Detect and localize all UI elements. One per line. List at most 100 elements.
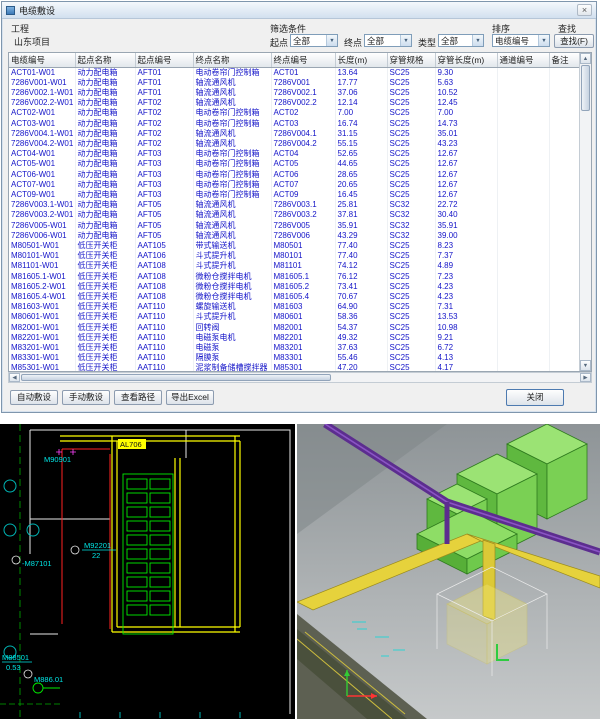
table-row[interactable]: M85301-W01低压开关柜AAT110泥浆制备储槽搅拌器M8530147.2… (9, 363, 580, 372)
cad-3d-view[interactable] (297, 424, 600, 719)
start-select[interactable]: 全部 ▼ (290, 34, 338, 47)
sort-select[interactable]: 电缆编号 ▼ (492, 34, 550, 47)
export-excel-button[interactable]: 导出Excel (166, 390, 214, 405)
table-row[interactable]: ACT01-W01动力配电箱AFT01电动卷帘门控制箱ACT0113.64SC2… (9, 67, 580, 78)
cell: AFT05 (135, 210, 193, 220)
cell: SC25 (387, 180, 435, 190)
table-row[interactable]: 7286V004.2-W01动力配电箱AFT02轴流通风机7286V004.25… (9, 139, 580, 149)
column-header-4[interactable]: 终点编号 (271, 53, 335, 67)
column-header-5[interactable]: 长度(m) (335, 53, 387, 67)
cell: 30.40 (435, 210, 497, 220)
cell (549, 149, 580, 159)
table-row[interactable]: M83301-W01低压开关柜AAT110隔膜泵M8330155.46SC254… (9, 353, 580, 363)
type-select[interactable]: 全部 ▼ (438, 34, 484, 47)
cell: ACT05-W01 (9, 159, 75, 169)
table-row[interactable]: M81603-W01低压开关柜AAT110螺旋输送机M8160364.90SC2… (9, 302, 580, 312)
auto-lay-button[interactable]: 自动敷设 (10, 390, 58, 405)
table-row[interactable]: ACT04-W01动力配电箱AFT03电动卷帘门控制箱ACT0452.65SC2… (9, 149, 580, 159)
cell: 带式输送机 (193, 241, 271, 251)
table-row[interactable]: M80601-W01低压开关柜AAT110斗式提升机M8060158.36SC2… (9, 312, 580, 322)
column-header-1[interactable]: 起点名称 (75, 53, 135, 67)
table-row[interactable]: 7286V004.1-W01动力配电箱AFT02轴流通风机7286V004.13… (9, 129, 580, 139)
table-row[interactable]: 7286V002.2-W01动力配电箱AFT02轴流通风机7286V002.21… (9, 98, 580, 108)
table-row[interactable]: M81605.2-W01低压开关柜AAT108微粉仓搅拌电机M81605.273… (9, 282, 580, 292)
cell: AAT110 (135, 312, 193, 322)
close-icon[interactable]: × (577, 4, 592, 16)
table-row[interactable]: M81605.1-W01低压开关柜AAT108微粉仓搅拌电机M81605.176… (9, 272, 580, 282)
table-row[interactable]: 7286V003.2-W01动力配电箱AFT05轴流通风机7286V003.23… (9, 210, 580, 220)
cell: AFT05 (135, 221, 193, 231)
table-row[interactable]: M82001-W01低压开关柜AAT110回转阀M8200154.37SC251… (9, 323, 580, 333)
table-row[interactable]: 7286V003.1-W01动力配电箱AFT05轴流通风机7286V003.12… (9, 200, 580, 210)
table-row[interactable]: 7286V006-W01动力配电箱AFT05轴流通风机7286V00643.29… (9, 231, 580, 241)
table-row[interactable]: M80101-W01低压开关柜AAT106斗式提升机M8010177.40SC2… (9, 251, 580, 261)
cell (549, 282, 580, 292)
chevron-down-icon[interactable]: ▼ (400, 35, 411, 46)
cell: 7286V003.2-W01 (9, 210, 75, 220)
scroll-up-icon[interactable]: ▲ (580, 53, 591, 64)
close-button[interactable]: 关闭 (506, 389, 564, 406)
table-row[interactable]: 7286V002.1-W01动力配电箱AFT01轴流通风机7286V002.13… (9, 88, 580, 98)
manual-lay-button[interactable]: 手动敷设 (62, 390, 110, 405)
table-row[interactable]: ACT05-W01动力配电箱AFT03电动卷帘门控制箱ACT0544.65SC2… (9, 159, 580, 169)
cell: 回转阀 (193, 323, 271, 333)
chevron-down-icon[interactable]: ▼ (326, 35, 337, 46)
table-row[interactable]: ACT07-W01动力配电箱AFT03电动卷帘门控制箱ACT0720.65SC2… (9, 180, 580, 190)
horizontal-scroll-thumb[interactable] (21, 374, 331, 381)
vertical-scroll-thumb[interactable] (581, 65, 590, 111)
chevron-down-icon[interactable]: ▼ (538, 35, 549, 46)
cell: ACT01 (271, 67, 335, 78)
column-header-3[interactable]: 终点名称 (193, 53, 271, 67)
cell: M80601-W01 (9, 312, 75, 322)
cell (497, 200, 549, 210)
table-row[interactable]: ACT09-W01动力配电箱AFT03电动卷帘门控制箱ACT0916.45SC2… (9, 190, 580, 200)
cell: M83201 (271, 343, 335, 353)
column-header-6[interactable]: 穿管规格 (387, 53, 435, 67)
scroll-right-icon[interactable]: ▶ (580, 373, 591, 382)
end-select[interactable]: 全部 ▼ (364, 34, 412, 47)
scroll-left-icon[interactable]: ◀ (9, 373, 20, 382)
cell: SC32 (387, 210, 435, 220)
table-row[interactable]: ACT03-W01动力配电箱AFT02电动卷帘门控制箱ACT0316.74SC2… (9, 119, 580, 129)
find-button[interactable]: 查找(F) (554, 34, 594, 48)
cell: 7286V005-W01 (9, 221, 75, 231)
column-header-0[interactable]: 电缆编号 (9, 53, 75, 67)
cell (549, 88, 580, 98)
cell: SC25 (387, 98, 435, 108)
titlebar[interactable]: 电缆敷设 × (2, 2, 596, 19)
cell: 动力配电箱 (75, 67, 135, 78)
table-row[interactable]: M80501-W01低压开关柜AAT105带式输送机M8050177.40SC2… (9, 241, 580, 251)
cell: 动力配电箱 (75, 210, 135, 220)
cell: 8.23 (435, 241, 497, 251)
table-row[interactable]: 7286V005-W01动力配电箱AFT05轴流通风机7286V00535.91… (9, 221, 580, 231)
cell: 轴流通风机 (193, 98, 271, 108)
table-row[interactable]: M81101-W01低压开关柜AAT108斗式提升机M8110174.12SC2… (9, 261, 580, 271)
scroll-down-icon[interactable]: ▼ (580, 360, 591, 371)
table-row[interactable]: M83201-W01低压开关柜AAT110电磁泵M8320137.63SC256… (9, 343, 580, 353)
table-row[interactable]: M81605.4-W01低压开关柜AAT108微粉仓搅拌电机M81605.470… (9, 292, 580, 302)
cell: 7286V003.2 (271, 210, 335, 220)
table-row[interactable]: ACT02-W01动力配电箱AFT02电动卷帘门控制箱ACT027.00SC25… (9, 108, 580, 118)
column-header-2[interactable]: 起点编号 (135, 53, 193, 67)
cell: SC25 (387, 272, 435, 282)
column-header-9[interactable]: 备注 (549, 53, 580, 67)
cell: M81603 (271, 302, 335, 312)
column-header-7[interactable]: 穿管长度(m) (435, 53, 497, 67)
table-row[interactable]: ACT06-W01动力配电箱AFT03电动卷帘门控制箱ACT0628.65SC2… (9, 170, 580, 180)
cell: ACT03 (271, 119, 335, 129)
cable-table[interactable]: 电缆编号起点名称起点编号终点名称终点编号长度(m)穿管规格穿管长度(m)通道编号… (8, 52, 592, 372)
cad-2d-view[interactable]: M90901 AL706 M92201 22 -M87101 M88501 0.… (0, 424, 295, 719)
cell: ACT01-W01 (9, 67, 75, 78)
column-header-8[interactable]: 通道编号 (497, 53, 549, 67)
cell: 低压开关柜 (75, 251, 135, 261)
cell: 7286V004.1-W01 (9, 129, 75, 139)
chevron-down-icon[interactable]: ▼ (472, 35, 483, 46)
vertical-scrollbar[interactable]: ▲ ▼ (579, 53, 591, 371)
horizontal-scrollbar[interactable]: ◀ ▶ (8, 372, 592, 383)
table-row[interactable]: 7286V001-W01动力配电箱AFT01轴流通风机7286V00117.77… (9, 78, 580, 88)
cell: 动力配电箱 (75, 119, 135, 129)
cell: AFT05 (135, 231, 193, 241)
view-path-button[interactable]: 查看路径 (114, 390, 162, 405)
table-row[interactable]: M82201-W01低压开关柜AAT110电磁泵电机M8220149.32SC2… (9, 333, 580, 343)
cell: SC25 (387, 170, 435, 180)
